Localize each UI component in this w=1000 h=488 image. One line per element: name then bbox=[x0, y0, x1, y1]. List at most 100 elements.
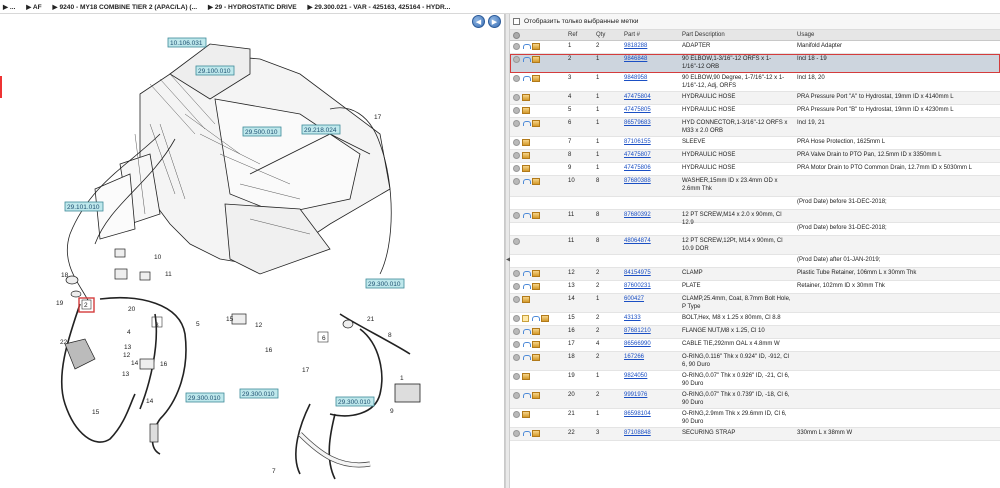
table-row[interactable]: 21 1 86598104 O-RING,2.9mm Thk x 29.6mm ID,… bbox=[510, 409, 1000, 428]
select-circle-icon[interactable] bbox=[513, 120, 520, 127]
cell-part[interactable]: 9848958 bbox=[624, 75, 682, 83]
part-box-icon[interactable] bbox=[532, 328, 540, 335]
select-circle-icon[interactable] bbox=[513, 315, 520, 322]
table-row[interactable]: 20 2 9991976 O-RING,0.07" Thk x 0.739" ID, … bbox=[510, 390, 1000, 409]
select-circle-icon[interactable] bbox=[513, 56, 520, 63]
callout-29-101-010[interactable]: 29.101.010 bbox=[64, 201, 104, 212]
part-box-icon[interactable] bbox=[532, 120, 540, 127]
table-row[interactable]: 14 1 600427 CLAMP,25.4mm, Coat, 8.7mm Bolt … bbox=[510, 294, 1000, 313]
select-circle-icon[interactable] bbox=[513, 139, 520, 146]
table-row[interactable]: 7 1 87106155 SLEEVE PRA Hose Protection, 162… bbox=[510, 137, 1000, 150]
header-part[interactable]: Part # bbox=[624, 32, 682, 38]
cell-part[interactable]: 47475807 bbox=[624, 152, 682, 160]
table-row[interactable]: 1 2 9818288 ADAPTER Manifold Adapter bbox=[510, 41, 1000, 54]
table-row[interactable]: 2 1 9846848 90 ELBOW,1-3/16"-12 ORFS x 1-1/… bbox=[510, 54, 1000, 73]
table-row[interactable]: (Prod Date) before 31-DEC-2018; bbox=[510, 197, 1000, 210]
cell-part[interactable]: 87108848 bbox=[624, 430, 682, 438]
cell-part[interactable]: 84154975 bbox=[624, 270, 682, 278]
table-row[interactable]: 17 4 86566990 CABLE TIE,292mm OAL x 4.8mm W bbox=[510, 339, 1000, 352]
select-circle-icon[interactable] bbox=[513, 43, 520, 50]
cell-part[interactable]: 47475804 bbox=[624, 94, 682, 102]
select-circle-icon[interactable] bbox=[513, 165, 520, 172]
add-to-cart-icon[interactable] bbox=[522, 43, 531, 50]
cell-part[interactable]: 43133 bbox=[624, 315, 682, 323]
part-box-icon[interactable] bbox=[532, 56, 540, 63]
table-row[interactable]: 5 1 47475805 HYDRAULIC HOSE PRA Pressure Por… bbox=[510, 105, 1000, 118]
add-to-cart-icon[interactable] bbox=[522, 341, 531, 348]
part-box-icon[interactable] bbox=[532, 392, 540, 399]
table-row[interactable]: 16 2 87681210 FLANGE NUT,M8 x 1.25, Cl 10 bbox=[510, 326, 1000, 339]
cell-part[interactable]: 87106155 bbox=[624, 139, 682, 147]
add-to-cart-icon[interactable] bbox=[522, 120, 531, 127]
table-row[interactable]: 12 2 84154975 CLAMP Plastic Tube Retainer, 1… bbox=[510, 268, 1000, 281]
add-to-cart-icon[interactable] bbox=[522, 56, 531, 63]
cell-part[interactable]: 47475805 bbox=[624, 107, 682, 115]
breadcrumb-item-model[interactable]: ▶ 9240 - MY18 COMBINE TIER 2 (APAC/LA) (… bbox=[53, 3, 198, 11]
select-circle-icon[interactable] bbox=[513, 411, 520, 418]
select-circle-icon[interactable] bbox=[513, 75, 520, 82]
select-circle-icon[interactable] bbox=[513, 392, 520, 399]
add-to-cart-icon[interactable] bbox=[522, 283, 531, 290]
prev-page-button[interactable]: ◀ bbox=[472, 15, 485, 28]
cell-part[interactable]: 47475806 bbox=[624, 165, 682, 173]
add-to-cart-icon[interactable] bbox=[522, 392, 531, 399]
table-row[interactable]: 11 8 87680392 12 PT SCREW,M14 x 2.0 x 90mm,… bbox=[510, 210, 1000, 226]
cell-part[interactable]: 9846848 bbox=[624, 56, 682, 64]
header-ref[interactable]: Ref bbox=[568, 32, 596, 38]
part-box-icon[interactable] bbox=[522, 296, 530, 303]
part-box-icon[interactable] bbox=[522, 373, 530, 380]
part-box-icon[interactable] bbox=[532, 178, 540, 185]
cell-part[interactable]: 9824050 bbox=[624, 373, 682, 381]
cell-part[interactable]: 48064874 bbox=[624, 238, 682, 246]
cell-part[interactable]: 86566990 bbox=[624, 341, 682, 349]
cell-part[interactable]: 87681210 bbox=[624, 328, 682, 336]
breadcrumb-item-af[interactable]: ▶ AF bbox=[26, 3, 41, 11]
select-circle-icon[interactable] bbox=[513, 296, 520, 303]
select-circle-icon[interactable] bbox=[513, 238, 520, 245]
cell-part[interactable]: 167266 bbox=[624, 354, 682, 362]
select-circle-icon[interactable] bbox=[513, 373, 520, 380]
breadcrumb-item-root[interactable]: ▶ ... bbox=[3, 3, 15, 11]
part-box-icon[interactable] bbox=[541, 315, 549, 322]
callout-29-300-010-b[interactable]: 29.300.010 bbox=[185, 392, 225, 403]
callout-29-300-010-d[interactable]: 29.300.010 bbox=[335, 396, 375, 407]
callout-29-500-010[interactable]: 29.500.010 bbox=[242, 126, 282, 137]
cell-part[interactable]: 87680388 bbox=[624, 178, 682, 186]
add-to-cart-icon[interactable] bbox=[522, 270, 531, 277]
show-selected-only-checkbox[interactable] bbox=[513, 18, 520, 25]
select-circle-icon[interactable] bbox=[513, 328, 520, 335]
part-box-icon[interactable] bbox=[522, 139, 530, 146]
add-to-cart-icon[interactable] bbox=[522, 328, 531, 335]
cell-part[interactable]: 9818288 bbox=[624, 43, 682, 51]
cell-part[interactable]: 87600231 bbox=[624, 283, 682, 291]
add-to-cart-icon[interactable] bbox=[531, 315, 540, 322]
callout-29-300-010-c[interactable]: 29.300.010 bbox=[239, 388, 279, 399]
part-box-icon[interactable] bbox=[522, 165, 530, 172]
table-row[interactable]: (Prod Date) after 01-JAN-2019; bbox=[510, 255, 1000, 268]
select-circle-icon[interactable] bbox=[513, 107, 520, 114]
part-box-icon[interactable] bbox=[532, 75, 540, 82]
table-row[interactable]: 11 8 48064874 12 PT SCREW,12Pt, M14 x 90mm,… bbox=[510, 236, 1000, 255]
breadcrumb-item-section[interactable]: ▶ 29 - HYDROSTATIC DRIVE bbox=[208, 3, 297, 11]
settings-gear-icon[interactable] bbox=[513, 31, 520, 39]
next-page-button[interactable]: ▶ bbox=[488, 15, 501, 28]
cell-part[interactable]: 86598104 bbox=[624, 411, 682, 419]
breadcrumb-item-group[interactable]: ▶ 29.300.021 - VAR - 425163, 425164 - HY… bbox=[308, 3, 451, 11]
cell-part[interactable]: 600427 bbox=[624, 296, 682, 304]
header-desc[interactable]: Part Description bbox=[682, 32, 797, 38]
select-circle-icon[interactable] bbox=[513, 152, 520, 159]
select-circle-icon[interactable] bbox=[513, 94, 520, 101]
select-circle-icon[interactable] bbox=[513, 212, 520, 219]
table-row[interactable]: 6 1 86579683 HYD CONNECTOR,1-3/16"-12 ORFS … bbox=[510, 118, 1000, 137]
table-row[interactable]: 18 2 167266 O-RING,0.116" Thk x 0.924" ID, … bbox=[510, 352, 1000, 371]
note-icon[interactable] bbox=[522, 315, 529, 322]
part-box-icon[interactable] bbox=[532, 43, 540, 50]
add-to-cart-icon[interactable] bbox=[522, 212, 531, 219]
table-row[interactable]: 9 1 47475806 HYDRAULIC HOSE PRA Motor Drain … bbox=[510, 163, 1000, 176]
part-box-icon[interactable] bbox=[532, 270, 540, 277]
table-row[interactable]: 22 3 87108848 SECURING STRAP 330mm L x 38mm … bbox=[510, 428, 1000, 441]
select-circle-icon[interactable] bbox=[513, 354, 520, 361]
header-usage[interactable]: Usage bbox=[797, 32, 997, 38]
select-circle-icon[interactable] bbox=[513, 178, 520, 185]
table-row[interactable]: 10 8 87680388 WASHER,15mm ID x 23.4mm OD x … bbox=[510, 176, 1000, 197]
